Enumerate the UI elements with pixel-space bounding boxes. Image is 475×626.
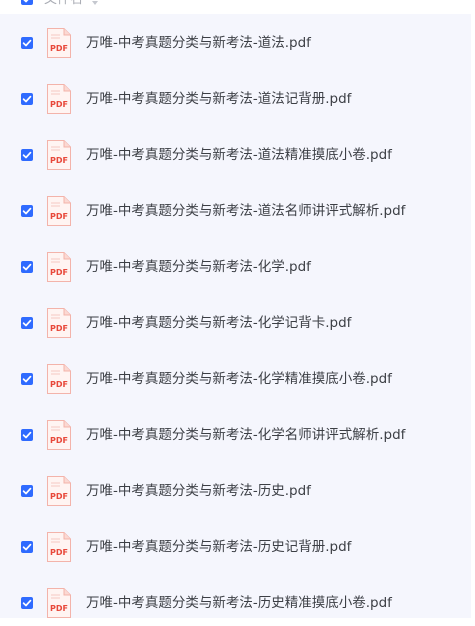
pdf-file-icon: PDF (46, 363, 72, 395)
file-row[interactable]: PDF 万唯-中考真题分类与新考法-道法记背册.pdf (0, 70, 471, 126)
file-row[interactable]: PDF 万唯-中考真题分类与新考法-化学精准摸底小卷.pdf (0, 350, 471, 406)
file-checkbox[interactable] (21, 205, 33, 217)
file-name[interactable]: 万唯-中考真题分类与新考法-化学名师讲评式解析.pdf (86, 426, 405, 444)
file-name[interactable]: 万唯-中考真题分类与新考法-化学记背卡.pdf (86, 314, 351, 332)
pdf-file-icon: PDF (46, 587, 72, 618)
pdf-icon-label: PDF (50, 268, 68, 277)
file-name[interactable]: 万唯-中考真题分类与新考法-历史精准摸底小卷.pdf (86, 594, 392, 612)
pdf-file-icon: PDF (46, 139, 72, 171)
file-checkbox[interactable] (21, 37, 33, 49)
column-title-filename[interactable]: 文件名 (44, 0, 83, 8)
file-name[interactable]: 万唯-中考真题分类与新考法-道法名师讲评式解析.pdf (86, 202, 405, 220)
pdf-icon-label: PDF (50, 324, 68, 333)
file-row[interactable]: PDF 万唯-中考真题分类与新考法-道法名师讲评式解析.pdf (0, 182, 471, 238)
check-icon (22, 543, 32, 551)
pdf-file-icon: PDF (46, 83, 72, 115)
file-row[interactable]: PDF 万唯-中考真题分类与新考法-历史.pdf (0, 462, 471, 518)
check-icon (22, 95, 32, 103)
file-name[interactable]: 万唯-中考真题分类与新考法-化学精准摸底小卷.pdf (86, 370, 392, 388)
pdf-file-icon: PDF (46, 475, 72, 507)
pdf-icon-label: PDF (50, 436, 68, 445)
check-icon (22, 487, 32, 495)
check-icon (23, 0, 29, 3)
file-checkbox[interactable] (21, 93, 33, 105)
pdf-icon-label: PDF (50, 548, 68, 557)
file-row[interactable]: PDF 万唯-中考真题分类与新考法-化学记背卡.pdf (0, 294, 471, 350)
check-icon (22, 599, 32, 607)
check-icon (22, 207, 32, 215)
file-checkbox[interactable] (21, 317, 33, 329)
pdf-icon-label: PDF (50, 380, 68, 389)
file-list-header: 文件名 (0, 0, 475, 14)
pdf-icon-label: PDF (50, 492, 68, 501)
check-icon (22, 319, 32, 327)
file-row[interactable]: PDF 万唯-中考真题分类与新考法-化学.pdf (0, 238, 471, 294)
pdf-icon-label: PDF (50, 100, 68, 109)
check-icon (22, 375, 32, 383)
pdf-icon-label: PDF (50, 212, 68, 221)
file-checkbox[interactable] (21, 597, 33, 609)
file-row[interactable]: PDF 万唯-中考真题分类与新考法-历史精准摸底小卷.pdf (0, 574, 471, 618)
file-checkbox[interactable] (21, 541, 33, 553)
pdf-file-icon: PDF (46, 419, 72, 451)
file-list: PDF 万唯-中考真题分类与新考法-道法.pdf PDF 万唯-中考真题分类与新考法-… (0, 14, 471, 618)
pdf-file-icon: PDF (46, 531, 72, 563)
file-checkbox[interactable] (21, 261, 33, 273)
checkbox-box[interactable] (21, 0, 33, 5)
file-row[interactable]: PDF 万唯-中考真题分类与新考法-化学名师讲评式解析.pdf (0, 406, 471, 462)
pdf-file-icon: PDF (46, 195, 72, 227)
file-row[interactable]: PDF 万唯-中考真题分类与新考法-道法精准摸底小卷.pdf (0, 126, 471, 182)
pdf-icon-label: PDF (50, 44, 68, 53)
file-name[interactable]: 万唯-中考真题分类与新考法-道法精准摸底小卷.pdf (86, 146, 392, 164)
file-row[interactable]: PDF 万唯-中考真题分类与新考法-道法.pdf (0, 14, 471, 70)
file-name[interactable]: 万唯-中考真题分类与新考法-历史.pdf (86, 482, 311, 500)
sort-icon[interactable] (91, 0, 99, 6)
pdf-file-icon: PDF (46, 27, 72, 59)
file-row[interactable]: PDF 万唯-中考真题分类与新考法-历史记背册.pdf (0, 518, 471, 574)
pdf-icon-label: PDF (50, 604, 68, 613)
scrollbar-track[interactable] (471, 14, 475, 618)
file-name[interactable]: 万唯-中考真题分类与新考法-道法记背册.pdf (86, 90, 351, 108)
pdf-file-icon: PDF (46, 251, 72, 283)
pdf-icon-label: PDF (50, 156, 68, 165)
file-name[interactable]: 万唯-中考真题分类与新考法-化学.pdf (86, 258, 311, 276)
file-name[interactable]: 万唯-中考真题分类与新考法-历史记背册.pdf (86, 538, 351, 556)
file-name[interactable]: 万唯-中考真题分类与新考法-道法.pdf (86, 34, 311, 52)
file-checkbox[interactable] (21, 485, 33, 497)
check-icon (22, 263, 32, 271)
file-checkbox[interactable] (21, 149, 33, 161)
file-checkbox[interactable] (21, 429, 33, 441)
file-checkbox[interactable] (21, 373, 33, 385)
check-icon (22, 151, 32, 159)
check-icon (22, 39, 32, 47)
pdf-file-icon: PDF (46, 307, 72, 339)
check-icon (22, 431, 32, 439)
